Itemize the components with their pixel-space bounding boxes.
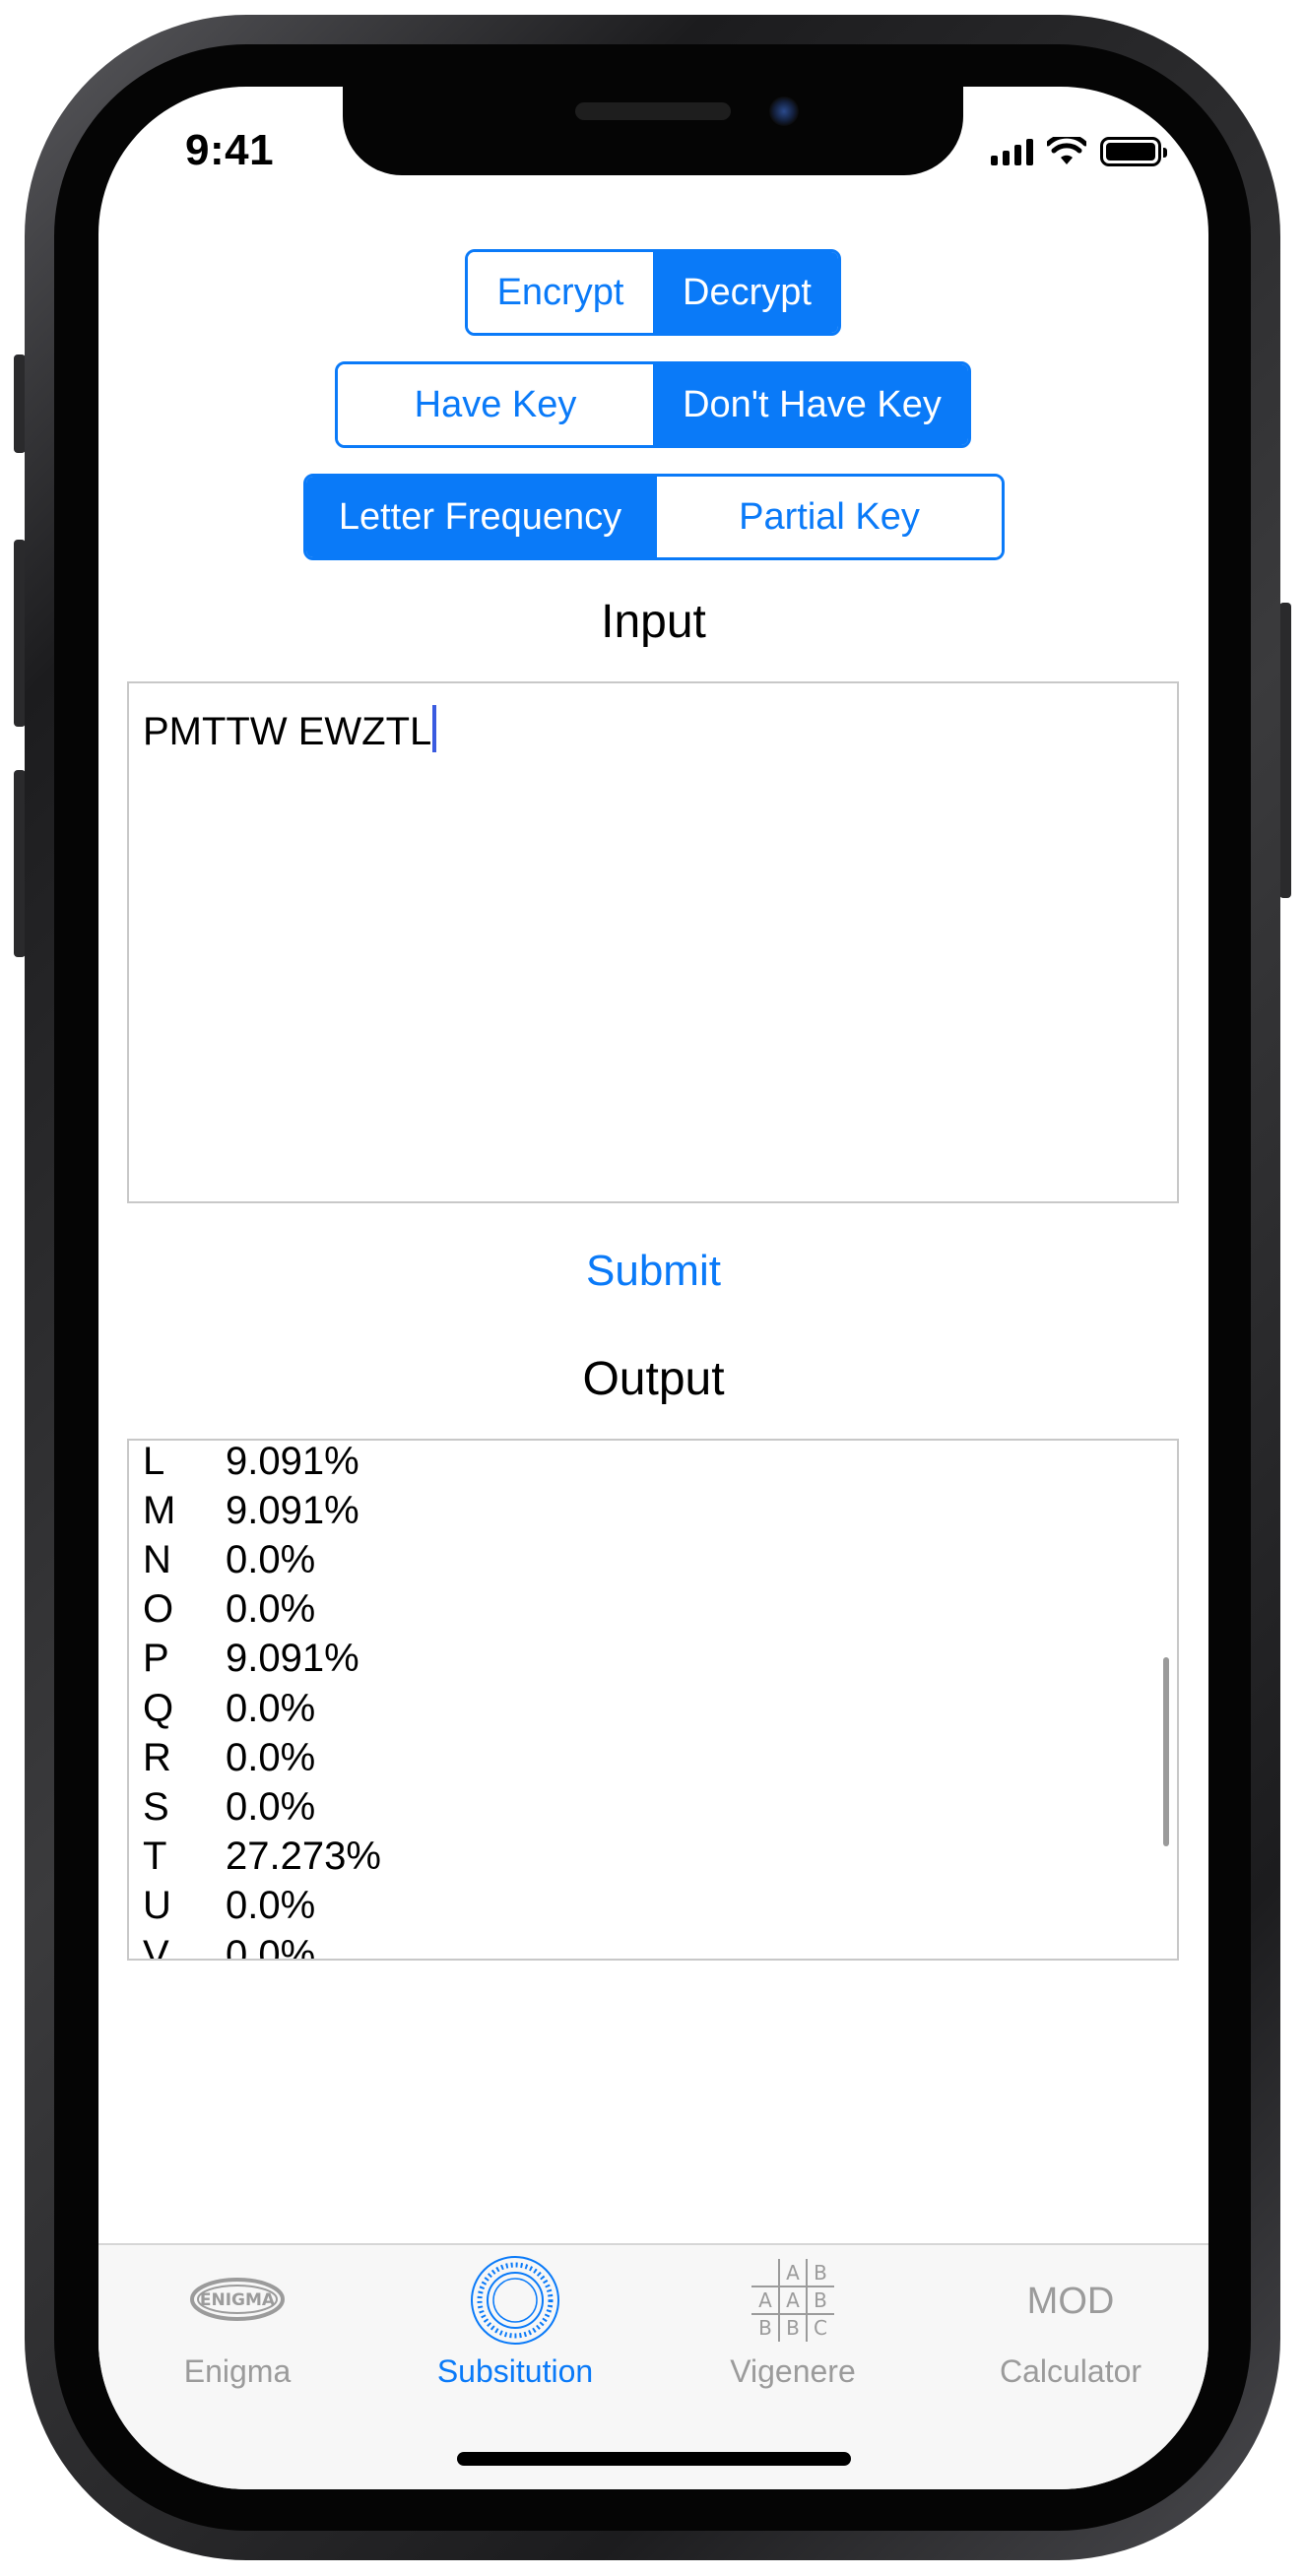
output-percent: 0.0% [226, 1587, 316, 1632]
output-letter: O [143, 1587, 174, 1632]
output-row: P 9.091% [143, 1635, 381, 1684]
output-percent: 0.0% [226, 1884, 316, 1928]
output-percent: 9.091% [226, 1637, 359, 1681]
segment-partial-key[interactable]: Partial Key [654, 477, 1002, 557]
output-percent: 0.0% [226, 1735, 316, 1779]
battery-icon [1100, 137, 1167, 166]
output-letter: U [143, 1884, 171, 1928]
mod-icon: MOD [1026, 2281, 1115, 2322]
cipher-wheel-icon [471, 2256, 559, 2345]
output-rows: L 9.091% M 9.091% N 0.0% O 0.0% P 9.091% Q 0.0… [143, 1439, 381, 1961]
output-text-area[interactable]: L 9.091% M 9.091% N 0.0% O 0.0% P 9.091% Q 0.0… [127, 1439, 1179, 1961]
vigenere-cell: B [814, 2261, 827, 2285]
wifi-icon [1047, 137, 1086, 164]
output-percent: 9.091% [226, 1488, 359, 1532]
status-time: 9:41 [185, 126, 275, 174]
enigma-logo-icon: ENIGMA [190, 2278, 285, 2321]
method-segmented-control[interactable]: Letter Frequency Partial Key [303, 474, 1005, 560]
output-percent: 0.0% [226, 1933, 316, 1961]
front-camera [769, 97, 799, 126]
output-letter: S [143, 1784, 169, 1829]
output-row: L 9.091% [143, 1439, 381, 1486]
text-cursor [432, 705, 437, 752]
output-letter: V [143, 1933, 169, 1961]
output-row: R 0.0% [143, 1733, 381, 1782]
tab-calculator[interactable]: MOD Calculator [932, 2245, 1208, 2393]
output-row: N 0.0% [143, 1535, 381, 1584]
output-letter: N [143, 1537, 171, 1581]
output-percent: 0.0% [226, 1686, 316, 1730]
vigenere-cell: B [814, 2288, 827, 2312]
vigenere-cell: A [786, 2261, 800, 2285]
enigma-logo-text: ENIGMA [200, 2290, 276, 2310]
key-segmented-control[interactable]: Have Key Don't Have Key [335, 361, 971, 448]
tab-label-calculator: Calculator [999, 2353, 1142, 2389]
output-letter: T [143, 1835, 167, 1879]
vigenere-cell: A [786, 2288, 800, 2312]
output-percent: 0.0% [226, 1537, 316, 1581]
vigenere-cell: B [786, 2316, 800, 2340]
output-row: T 27.273% [143, 1833, 381, 1882]
output-row: O 0.0% [143, 1585, 381, 1635]
tab-vigenere[interactable]: A B A A B B B C Vigenere [654, 2245, 932, 2393]
input-text-area[interactable]: PMTTW EWZTL [127, 681, 1179, 1203]
power-button [1279, 603, 1291, 898]
output-row: V 0.0% [143, 1931, 381, 1961]
tab-enigma[interactable]: ENIGMA Enigma [98, 2245, 376, 2393]
output-percent: 9.091% [226, 1439, 359, 1483]
output-letter: P [143, 1637, 169, 1681]
input-label: Input [601, 596, 706, 648]
output-label: Output [582, 1353, 725, 1405]
tab-substitution[interactable]: Subsitution [376, 2245, 654, 2393]
home-indicator[interactable] [457, 2452, 851, 2466]
status-icons [991, 136, 1167, 167]
segment-decrypt[interactable]: Decrypt [653, 252, 838, 333]
output-percent: 0.0% [226, 1784, 316, 1829]
segment-have-key[interactable]: Have Key [338, 364, 653, 445]
notch [343, 87, 963, 175]
output-letter: Q [143, 1686, 174, 1730]
cellular-signal-icon [991, 138, 1033, 165]
tab-label-substitution: Subsitution [436, 2353, 594, 2389]
output-percent: 27.273% [226, 1835, 381, 1879]
segment-encrypt[interactable]: Encrypt [468, 252, 653, 333]
submit-button[interactable]: Submit [98, 1247, 1208, 1296]
vigenere-cell: A [758, 2288, 772, 2312]
segment-letter-frequency[interactable]: Letter Frequency [306, 477, 654, 557]
segment-dont-have-key[interactable]: Don't Have Key [653, 364, 968, 445]
tab-label-enigma: Enigma [183, 2353, 292, 2389]
app-screen: 9:41 Encrypt Decrypt Have Key Don't Have… [98, 87, 1208, 2489]
output-letter: R [143, 1735, 171, 1779]
mode-segmented-control[interactable]: Encrypt Decrypt [465, 249, 841, 336]
output-letter: L [143, 1439, 165, 1483]
vigenere-table-icon: A B A A B B B C [751, 2259, 834, 2342]
vigenere-cell: B [758, 2316, 772, 2340]
output-row: M 9.091% [143, 1486, 381, 1535]
output-letter: M [143, 1488, 176, 1532]
output-row: Q 0.0% [143, 1684, 381, 1733]
vigenere-cell: C [814, 2316, 827, 2340]
output-row: S 0.0% [143, 1782, 381, 1832]
tab-label-vigenere: Vigenere [730, 2353, 856, 2389]
input-text-value: PMTTW EWZTL [143, 710, 432, 753]
output-scrollbar[interactable] [1163, 1657, 1169, 1846]
speaker-grill [575, 102, 731, 120]
output-row: U 0.0% [143, 1882, 381, 1931]
